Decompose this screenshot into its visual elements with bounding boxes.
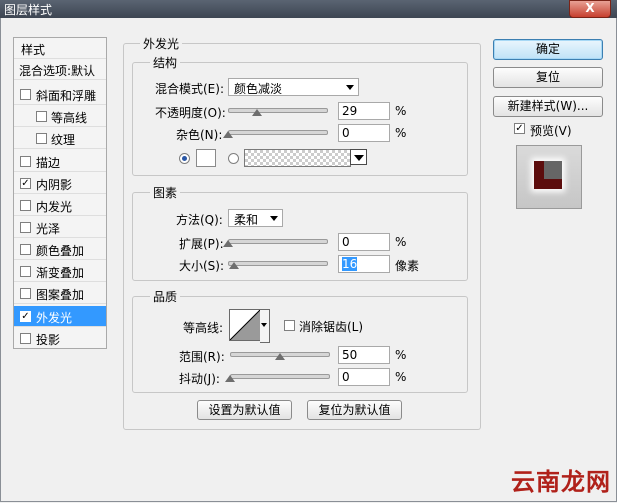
contour-preview[interactable] bbox=[229, 309, 261, 341]
style-item-texture[interactable]: 纹理 bbox=[14, 128, 106, 149]
reset-to-default-button[interactable]: 复位为默认值 bbox=[307, 400, 402, 420]
noise-slider[interactable] bbox=[223, 126, 328, 138]
jitter-slider[interactable] bbox=[225, 370, 330, 382]
checkbox[interactable] bbox=[20, 266, 31, 277]
slider-thumb[interactable] bbox=[229, 262, 239, 269]
quality-title: 品质 bbox=[150, 288, 181, 305]
checkbox[interactable] bbox=[20, 222, 31, 233]
style-item-satin[interactable]: 光泽 bbox=[14, 217, 106, 238]
checkbox[interactable] bbox=[20, 89, 31, 100]
opacity-label: 不透明度(O): bbox=[155, 106, 226, 120]
gradient-dropdown-button[interactable] bbox=[350, 149, 367, 165]
spread-label: 扩展(P): bbox=[179, 237, 224, 251]
spread-unit: % bbox=[395, 235, 407, 249]
close-button[interactable]: X bbox=[569, 0, 611, 18]
preview-label: 预览(V) bbox=[530, 124, 572, 138]
make-default-button[interactable]: 设置为默认值 bbox=[197, 400, 292, 420]
spread-slider[interactable] bbox=[223, 235, 328, 247]
range-unit: % bbox=[395, 348, 407, 362]
slider-thumb[interactable] bbox=[223, 131, 233, 138]
contour-label: 等高线: bbox=[183, 321, 224, 335]
noise-label: 杂色(N): bbox=[176, 128, 223, 142]
technique-select[interactable]: 柔和 bbox=[228, 209, 283, 227]
style-item-color-overlay[interactable]: 颜色叠加 bbox=[14, 239, 106, 260]
checkbox[interactable] bbox=[36, 133, 47, 144]
checkbox[interactable] bbox=[36, 111, 47, 122]
style-item-contour[interactable]: 等高线 bbox=[14, 106, 106, 127]
checkbox[interactable] bbox=[20, 244, 31, 255]
reset-button[interactable]: 复位 bbox=[493, 67, 603, 88]
style-item-stroke[interactable]: 描边 bbox=[14, 151, 106, 172]
checkbox-checked[interactable]: ✓ bbox=[20, 178, 31, 189]
slider-thumb[interactable] bbox=[225, 375, 235, 382]
watermark-logo: 云南龙网 bbox=[511, 468, 611, 496]
style-item-outer-glow[interactable]: ✓ 外发光 bbox=[14, 306, 106, 327]
size-slider[interactable] bbox=[228, 257, 328, 269]
slider-thumb[interactable] bbox=[275, 353, 285, 360]
preview-checkbox[interactable]: ✓ bbox=[514, 123, 525, 134]
ok-button[interactable]: 确定 bbox=[493, 39, 603, 60]
elements-title: 图素 bbox=[150, 184, 181, 201]
jitter-input[interactable]: 0 bbox=[338, 368, 390, 386]
opacity-slider[interactable] bbox=[228, 104, 328, 116]
chevron-down-icon bbox=[346, 85, 354, 90]
window-title: 图层样式 bbox=[4, 3, 53, 17]
style-item-gradient-overlay[interactable]: 渐变叠加 bbox=[14, 261, 106, 282]
jitter-label: 抖动(J): bbox=[179, 372, 220, 386]
gradient-swatch[interactable] bbox=[244, 149, 351, 167]
style-list-header[interactable]: 样式 bbox=[14, 38, 106, 59]
style-item-drop-shadow[interactable]: 投影 bbox=[14, 328, 106, 349]
slider-thumb[interactable] bbox=[223, 240, 233, 247]
style-list: 样式 混合选项:默认 斜面和浮雕 等高线 纹理 描边 ✓ 内阴影 内发光 光泽 … bbox=[13, 37, 107, 349]
titlebar: 图层样式 X bbox=[0, 0, 617, 18]
contour-dropdown-button[interactable] bbox=[260, 309, 270, 343]
glow-color-swatch[interactable] bbox=[196, 149, 216, 167]
antialias-checkbox[interactable] bbox=[284, 320, 295, 331]
spread-input[interactable]: 0 bbox=[338, 233, 390, 251]
chevron-down-icon bbox=[270, 216, 278, 221]
size-input[interactable]: 16 bbox=[338, 255, 390, 273]
style-item-inner-shadow[interactable]: ✓ 内阴影 bbox=[14, 173, 106, 194]
jitter-unit: % bbox=[395, 370, 407, 384]
style-preview-thumbnail bbox=[516, 145, 582, 209]
range-slider[interactable] bbox=[230, 348, 330, 360]
solid-color-radio[interactable] bbox=[179, 153, 190, 164]
opacity-unit: % bbox=[395, 104, 407, 118]
chevron-down-icon bbox=[261, 323, 267, 327]
technique-label: 方法(Q): bbox=[176, 213, 223, 227]
checkbox[interactable] bbox=[20, 156, 31, 167]
noise-input[interactable]: 0 bbox=[338, 124, 390, 142]
noise-unit: % bbox=[395, 126, 407, 140]
contour-curve-icon bbox=[229, 309, 261, 341]
structure-title: 结构 bbox=[150, 54, 181, 71]
range-input[interactable]: 50 bbox=[338, 346, 390, 364]
size-label: 大小(S): bbox=[179, 259, 225, 273]
slider-thumb[interactable] bbox=[252, 109, 262, 116]
opacity-input[interactable]: 29 bbox=[338, 102, 390, 120]
size-unit: 像素 bbox=[395, 259, 420, 273]
style-item-inner-glow[interactable]: 内发光 bbox=[14, 195, 106, 216]
blend-mode-label: 混合模式(E): bbox=[155, 82, 224, 96]
chevron-down-icon bbox=[354, 155, 364, 161]
checkbox[interactable] bbox=[20, 200, 31, 211]
checkbox[interactable] bbox=[20, 288, 31, 299]
style-item-pattern-overlay[interactable]: 图案叠加 bbox=[14, 283, 106, 304]
checkbox-checked[interactable]: ✓ bbox=[20, 311, 31, 322]
gradient-radio[interactable] bbox=[228, 153, 239, 164]
range-label: 范围(R): bbox=[179, 350, 225, 364]
style-list-blend-options[interactable]: 混合选项:默认 bbox=[14, 59, 106, 80]
outer-glow-title: 外发光 bbox=[140, 35, 183, 52]
style-item-bevel-emboss[interactable]: 斜面和浮雕 bbox=[14, 84, 106, 105]
checkbox[interactable] bbox=[20, 333, 31, 344]
new-style-button[interactable]: 新建样式(W)... bbox=[493, 96, 603, 117]
blend-mode-select[interactable]: 颜色减淡 bbox=[228, 78, 359, 96]
antialias-label: 消除锯齿(L) bbox=[299, 320, 364, 334]
